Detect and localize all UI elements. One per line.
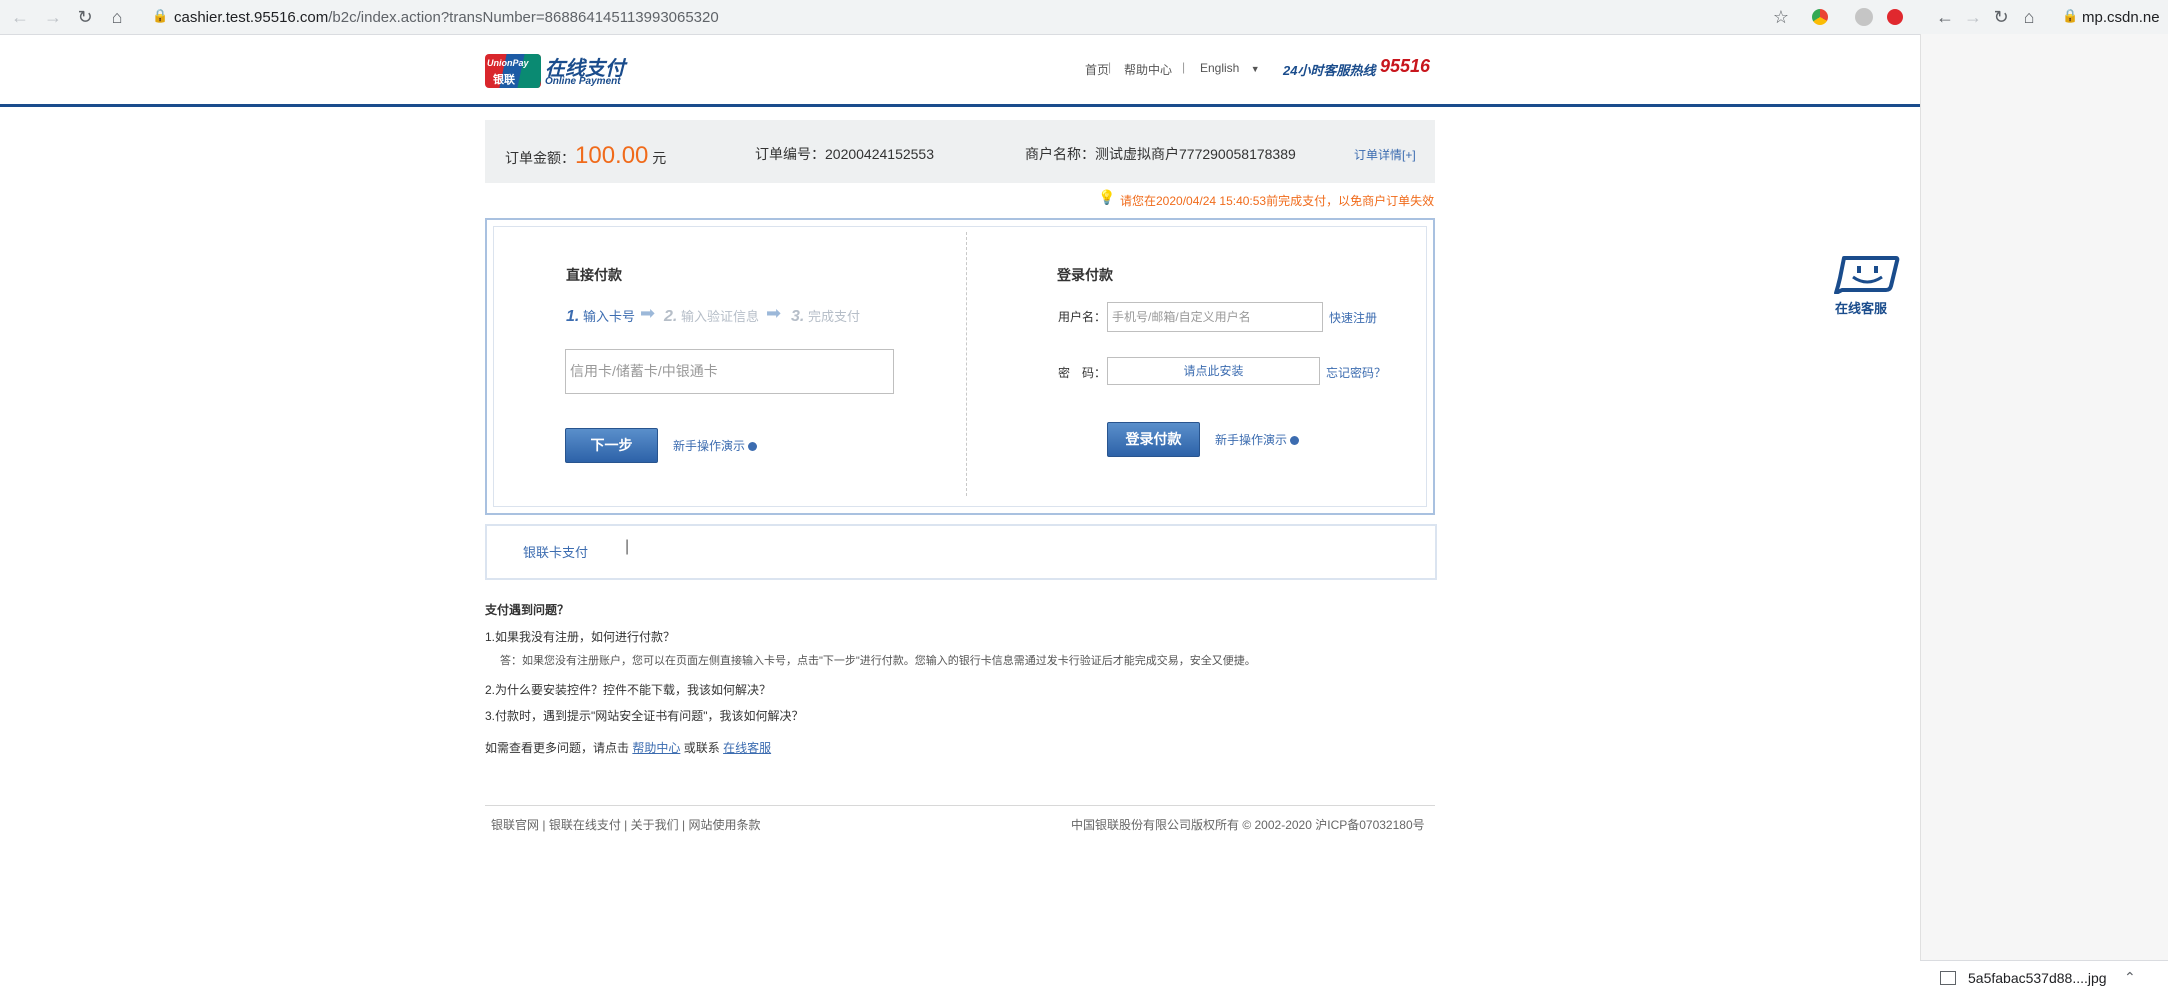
adblock-extension-icon[interactable] (1887, 9, 1903, 25)
merchant-label: 商户名称： (1025, 146, 1095, 162)
forward-icon[interactable]: → (42, 6, 64, 28)
card-number-input[interactable]: 信用卡/储蓄卡/中银通卡 (565, 349, 894, 394)
merchant-name: 测试虚拟商户777290058178389 (1095, 146, 1296, 162)
url-path: /b2c/index.action?transNumber=8688641451… (328, 9, 719, 26)
home-icon[interactable]: ⌂ (106, 6, 128, 28)
nav-home-link[interactable]: 首页 (1085, 61, 1109, 78)
panel-divider (966, 232, 967, 496)
download-filename[interactable]: 5a5fabac537d88....jpg (1968, 970, 2107, 986)
forgot-password-link[interactable]: 忘记密码？ (1326, 364, 1386, 381)
order-number-label: 订单编号： (755, 146, 825, 162)
footer-link-unionpay[interactable]: 银联官网 (491, 818, 539, 832)
login-pay-button[interactable]: 登录付款 (1107, 422, 1200, 457)
logo-subtitle: Online Payment (545, 76, 621, 87)
help-center-link[interactable]: 帮助中心 (632, 741, 680, 755)
step-arrow-icon: ➡ (766, 303, 782, 323)
url-host: cashier.test.95516.com (174, 9, 329, 26)
step-arrow-icon: ➡ (640, 303, 656, 323)
play-circle-icon (748, 442, 758, 452)
address-bar[interactable]: 🔒 cashier.test.95516.com/b2c/index.actio… (138, 3, 1788, 31)
play-circle-icon (1290, 436, 1300, 446)
demo-link-login[interactable]: 新手操作演示 (1215, 431, 1300, 448)
footer-link-terms[interactable]: 网站使用条款 (688, 818, 760, 832)
footer-copyright: 中国银联股份有限公司版权所有 © 2002-2020 沪ICP备07032180… (1071, 818, 1425, 832)
faq-question-3[interactable]: 3.付款时，遇到提示"网站安全证书有问题"，我该如何解决？ (485, 707, 804, 724)
next-step-button[interactable]: 下一步 (565, 428, 658, 463)
order-amount: 100.00 (575, 142, 649, 169)
lock-icon: 🔒 (2062, 8, 2079, 23)
password-install-field[interactable]: 请点此安装 (1107, 357, 1320, 385)
step-1: 1. 输入卡号 (566, 308, 635, 325)
chat-bubble-icon (1834, 256, 1900, 294)
username-label: 用户名： (1058, 310, 1107, 324)
demo-link-direct[interactable]: 新手操作演示 (673, 437, 758, 454)
faq-question-1[interactable]: 1.如果我没有注册，如何进行付款？ (485, 628, 675, 645)
amount-label: 订单金额： (505, 150, 575, 166)
faq-title: 支付遇到问题？ (485, 603, 570, 617)
tab-separator: | (625, 538, 630, 555)
reload-icon[interactable]: ↻ (74, 6, 96, 28)
home-icon[interactable]: ⌂ (2018, 6, 2040, 28)
chrome-extension-icon[interactable] (1812, 9, 1828, 25)
online-service-widget[interactable]: 在线客服 (1832, 256, 1906, 318)
tab-unionpay-card[interactable]: 银联卡支付 (523, 542, 588, 561)
faq-more: 如需查看更多问题，请点击 帮助中心 或联系 在线客服 (485, 741, 772, 755)
footer-links: 银联官网 | 银联在线支付 | 关于我们 | 网站使用条款 (491, 818, 761, 832)
login-pay-title: 登录付款 (1057, 267, 1113, 283)
browser-toolbar: ← → ↻ ⌂ 🔒 cashier.test.95516.com/b2c/ind… (0, 0, 1920, 35)
forward-icon[interactable]: → (1962, 6, 1984, 28)
caret-down-icon: ▼ (1250, 64, 1260, 74)
download-bar: 5a5fabac537d88....jpg ⌃ (1920, 960, 2168, 996)
browser-toolbar-right: ← → ↻ ⌂ 🔒 mp.csdn.ne (1920, 0, 2168, 35)
deadline-notice: 请您在2020/04/24 15:40:53前完成支付，以免商户订单失效 (1120, 194, 1435, 208)
back-icon[interactable]: ← (1934, 6, 1956, 28)
order-details-link[interactable]: 订单详情[+] (1354, 146, 1416, 163)
step-2: 2. 输入验证信息 (664, 308, 759, 325)
back-icon[interactable]: ← (9, 6, 31, 28)
step-3: 3. 完成支付 (791, 308, 860, 325)
username-input[interactable]: 手机号/邮箱/自定义用户名 (1107, 302, 1323, 332)
header-divider (0, 104, 1920, 107)
hotline-number: 95516 (1380, 56, 1431, 76)
bookmark-star-icon[interactable]: ☆ (1770, 6, 1792, 28)
lightbulb-icon: 💡 (1098, 189, 1116, 205)
faq-answer-1: 答：如果您没有注册账户，您可以在页面左侧直接输入卡号，点击"下一步"进行付款。您… (500, 655, 1256, 667)
password-label: 密 码： (1058, 366, 1107, 380)
register-link[interactable]: 快速注册 (1329, 309, 1377, 326)
order-number: 20200424152553 (825, 146, 935, 162)
lock-icon: 🔒 (152, 8, 169, 23)
profile-avatar-icon[interactable] (1855, 8, 1873, 26)
unionpay-logo-mark: UnionPay 银联 (485, 54, 541, 88)
order-summary: 订单金额：100.00 元 订单编号：20200424152553 商户名称：测… (485, 120, 1435, 183)
footer-link-online-pay[interactable]: 银联在线支付 (549, 818, 621, 832)
online-service-label: 在线客服 (1835, 301, 1888, 316)
side-panel (1920, 34, 2168, 995)
url-host: mp.csdn.ne (2082, 9, 2160, 26)
nav-help-link[interactable]: 帮助中心 (1124, 61, 1172, 78)
faq-question-2[interactable]: 2.为什么要安装控件？控件不能下载，我该如何解决？ (485, 681, 771, 698)
footer-divider (485, 805, 1435, 806)
image-file-icon (1940, 971, 1956, 985)
chevron-up-icon[interactable]: ⌃ (2124, 969, 2136, 986)
direct-pay-title: 直接付款 (566, 267, 622, 283)
hotline-label: 24小时客服热线 (1283, 63, 1376, 78)
footer-link-about[interactable]: 关于我们 (631, 818, 679, 832)
amount-unit: 元 (652, 150, 667, 166)
language-select[interactable]: English ▼ (1200, 61, 1260, 75)
online-service-link[interactable]: 在线客服 (723, 741, 771, 755)
address-bar-right[interactable]: 🔒 mp.csdn.ne (2050, 3, 2168, 31)
reload-icon[interactable]: ↻ (1990, 6, 2012, 28)
